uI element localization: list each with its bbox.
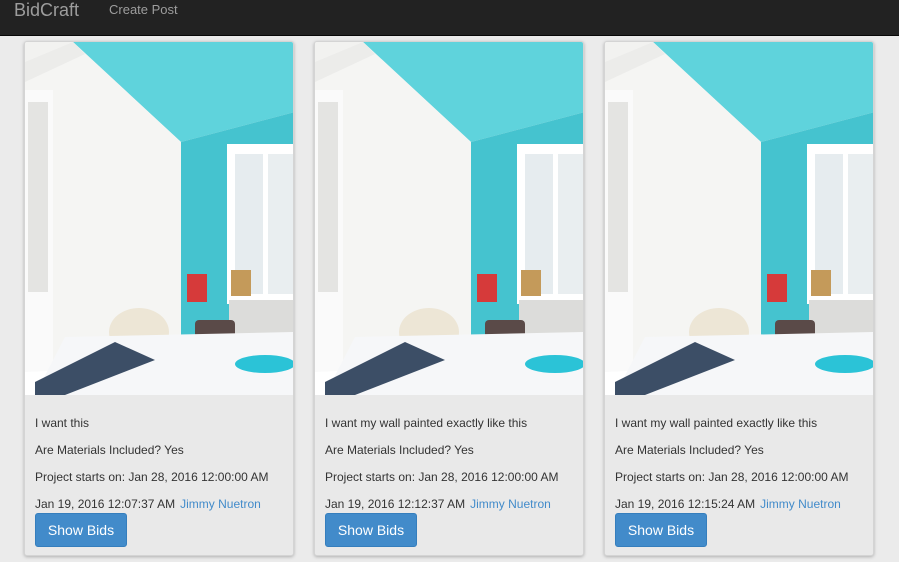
post-image	[25, 42, 293, 395]
show-bids-button[interactable]: Show Bids	[35, 513, 127, 547]
create-post-link[interactable]: Create Post	[109, 3, 178, 17]
project-start-date: Project starts on: Jan 28, 2016 12:00:00…	[615, 470, 849, 484]
post-image	[605, 42, 873, 395]
author-link[interactable]: Jimmy Nuetron	[470, 497, 551, 511]
post-meta: Jan 19, 2016 12:07:37 AM Jimmy Nuetron	[35, 497, 261, 511]
post-card: I want my wall painted exactly like this…	[314, 41, 584, 556]
post-image	[315, 42, 583, 395]
project-start-date: Project starts on: Jan 28, 2016 12:00:00…	[325, 470, 559, 484]
post-title: I want my wall painted exactly like this	[615, 416, 818, 430]
posted-timestamp: Jan 19, 2016 12:12:37 AM	[325, 497, 466, 511]
project-start-date: Project starts on: Jan 28, 2016 12:00:00…	[35, 470, 269, 484]
post-title: I want this	[35, 416, 90, 430]
posted-timestamp: Jan 19, 2016 12:07:37 AM	[35, 497, 176, 511]
materials-included: Are Materials Included? Yes	[325, 443, 474, 457]
author-link[interactable]: Jimmy Nuetron	[180, 497, 261, 511]
post-meta: Jan 19, 2016 12:15:24 AM Jimmy Nuetron	[615, 497, 841, 511]
show-bids-button[interactable]: Show Bids	[325, 513, 417, 547]
author-link[interactable]: Jimmy Nuetron	[760, 497, 841, 511]
posted-timestamp: Jan 19, 2016 12:15:24 AM	[615, 497, 756, 511]
show-bids-button[interactable]: Show Bids	[615, 513, 707, 547]
post-card: I want my wall painted exactly like this…	[604, 41, 874, 556]
post-card: I want this Are Materials Included? Yes …	[24, 41, 294, 556]
post-title: I want my wall painted exactly like this	[325, 416, 528, 430]
top-navbar: BidCraft Create Post	[0, 0, 899, 36]
brand-logo[interactable]: BidCraft	[14, 1, 79, 19]
materials-included: Are Materials Included? Yes	[35, 443, 184, 457]
post-meta: Jan 19, 2016 12:12:37 AM Jimmy Nuetron	[325, 497, 551, 511]
materials-included: Are Materials Included? Yes	[615, 443, 764, 457]
